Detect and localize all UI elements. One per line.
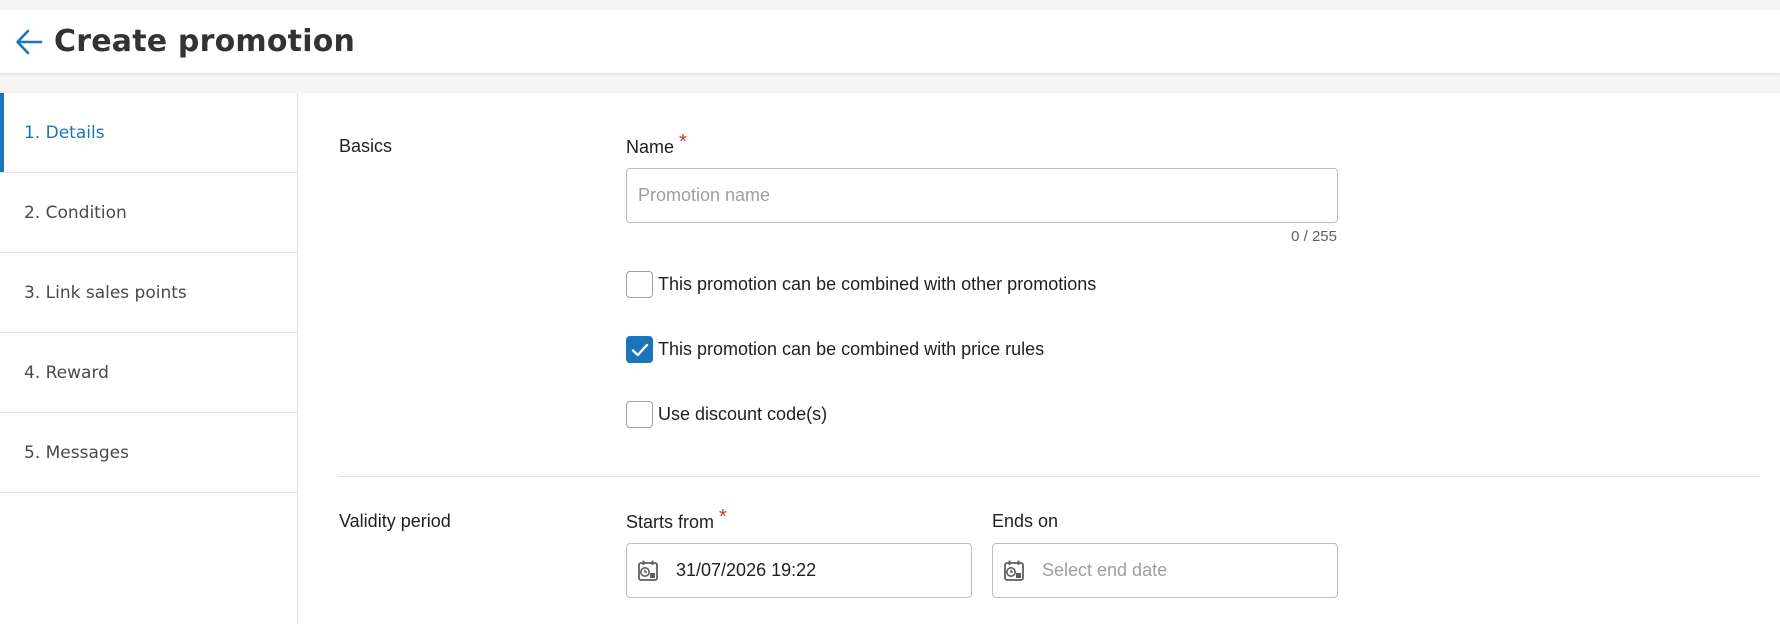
combine-price-rules-option[interactable]: This promotion can be combined with pric… [626,336,1044,363]
required-mark: * [719,506,727,528]
section-divider [338,476,1760,477]
combine-price-rules-label: This promotion can be combined with pric… [658,339,1045,359]
start-date-value: 31/07/2026 19:22 [676,560,817,580]
ends-on-field-label: Ends on [992,511,1059,531]
section-basics-label: Basics [339,136,393,156]
combine-promotions-checkbox[interactable] [626,271,653,298]
step-link-sales-points[interactable]: 3. Link sales points [0,253,297,333]
step-details[interactable]: 1. Details [0,93,297,173]
starts-from-field-label: Starts from * [626,506,727,534]
end-date-placeholder: Select end date [1042,560,1168,580]
content-area: 1. Details 2. Condition 3. Link sales po… [0,93,1780,624]
combine-promotions-label: This promotion can be combined with othe… [658,274,1097,294]
step-reward[interactable]: 4. Reward [0,333,297,413]
combine-price-rules-checkbox[interactable] [626,336,653,363]
details-form: Basics Name* 0 / 255 This promotion can … [298,93,1780,624]
end-date-input[interactable]: Select end date [992,543,1338,598]
arrow-left-icon [16,29,43,54]
discount-code-label: Use discount code(s) [658,404,828,424]
steps-sidebar: 1. Details 2. Condition 3. Link sales po… [0,93,298,624]
combine-promotions-option[interactable]: This promotion can be combined with othe… [626,271,1096,298]
checkmark-icon [631,343,648,356]
section-validity-label: Validity period [339,511,451,531]
calendar-clock-icon [1003,559,1025,583]
step-condition[interactable]: 2. Condition [0,173,297,253]
promotion-name-input[interactable] [626,168,1338,223]
name-field-label: Name * [626,131,687,159]
page-header: Create promotion [0,10,1780,73]
starts-from-label-text: Starts from [626,512,715,532]
required-mark: * [679,131,687,153]
discount-code-checkbox[interactable] [626,401,653,428]
discount-code-option[interactable]: Use discount code(s) [626,401,827,428]
step-messages[interactable]: 5. Messages [0,413,297,493]
calendar-clock-icon [637,559,659,583]
name-char-counter: 0 / 255 [1291,228,1337,245]
page-title: Create promotion [54,24,356,59]
back-button[interactable] [14,27,44,57]
name-label-text: Name [626,137,675,157]
start-date-input[interactable]: 31/07/2026 19:22 [626,543,972,598]
